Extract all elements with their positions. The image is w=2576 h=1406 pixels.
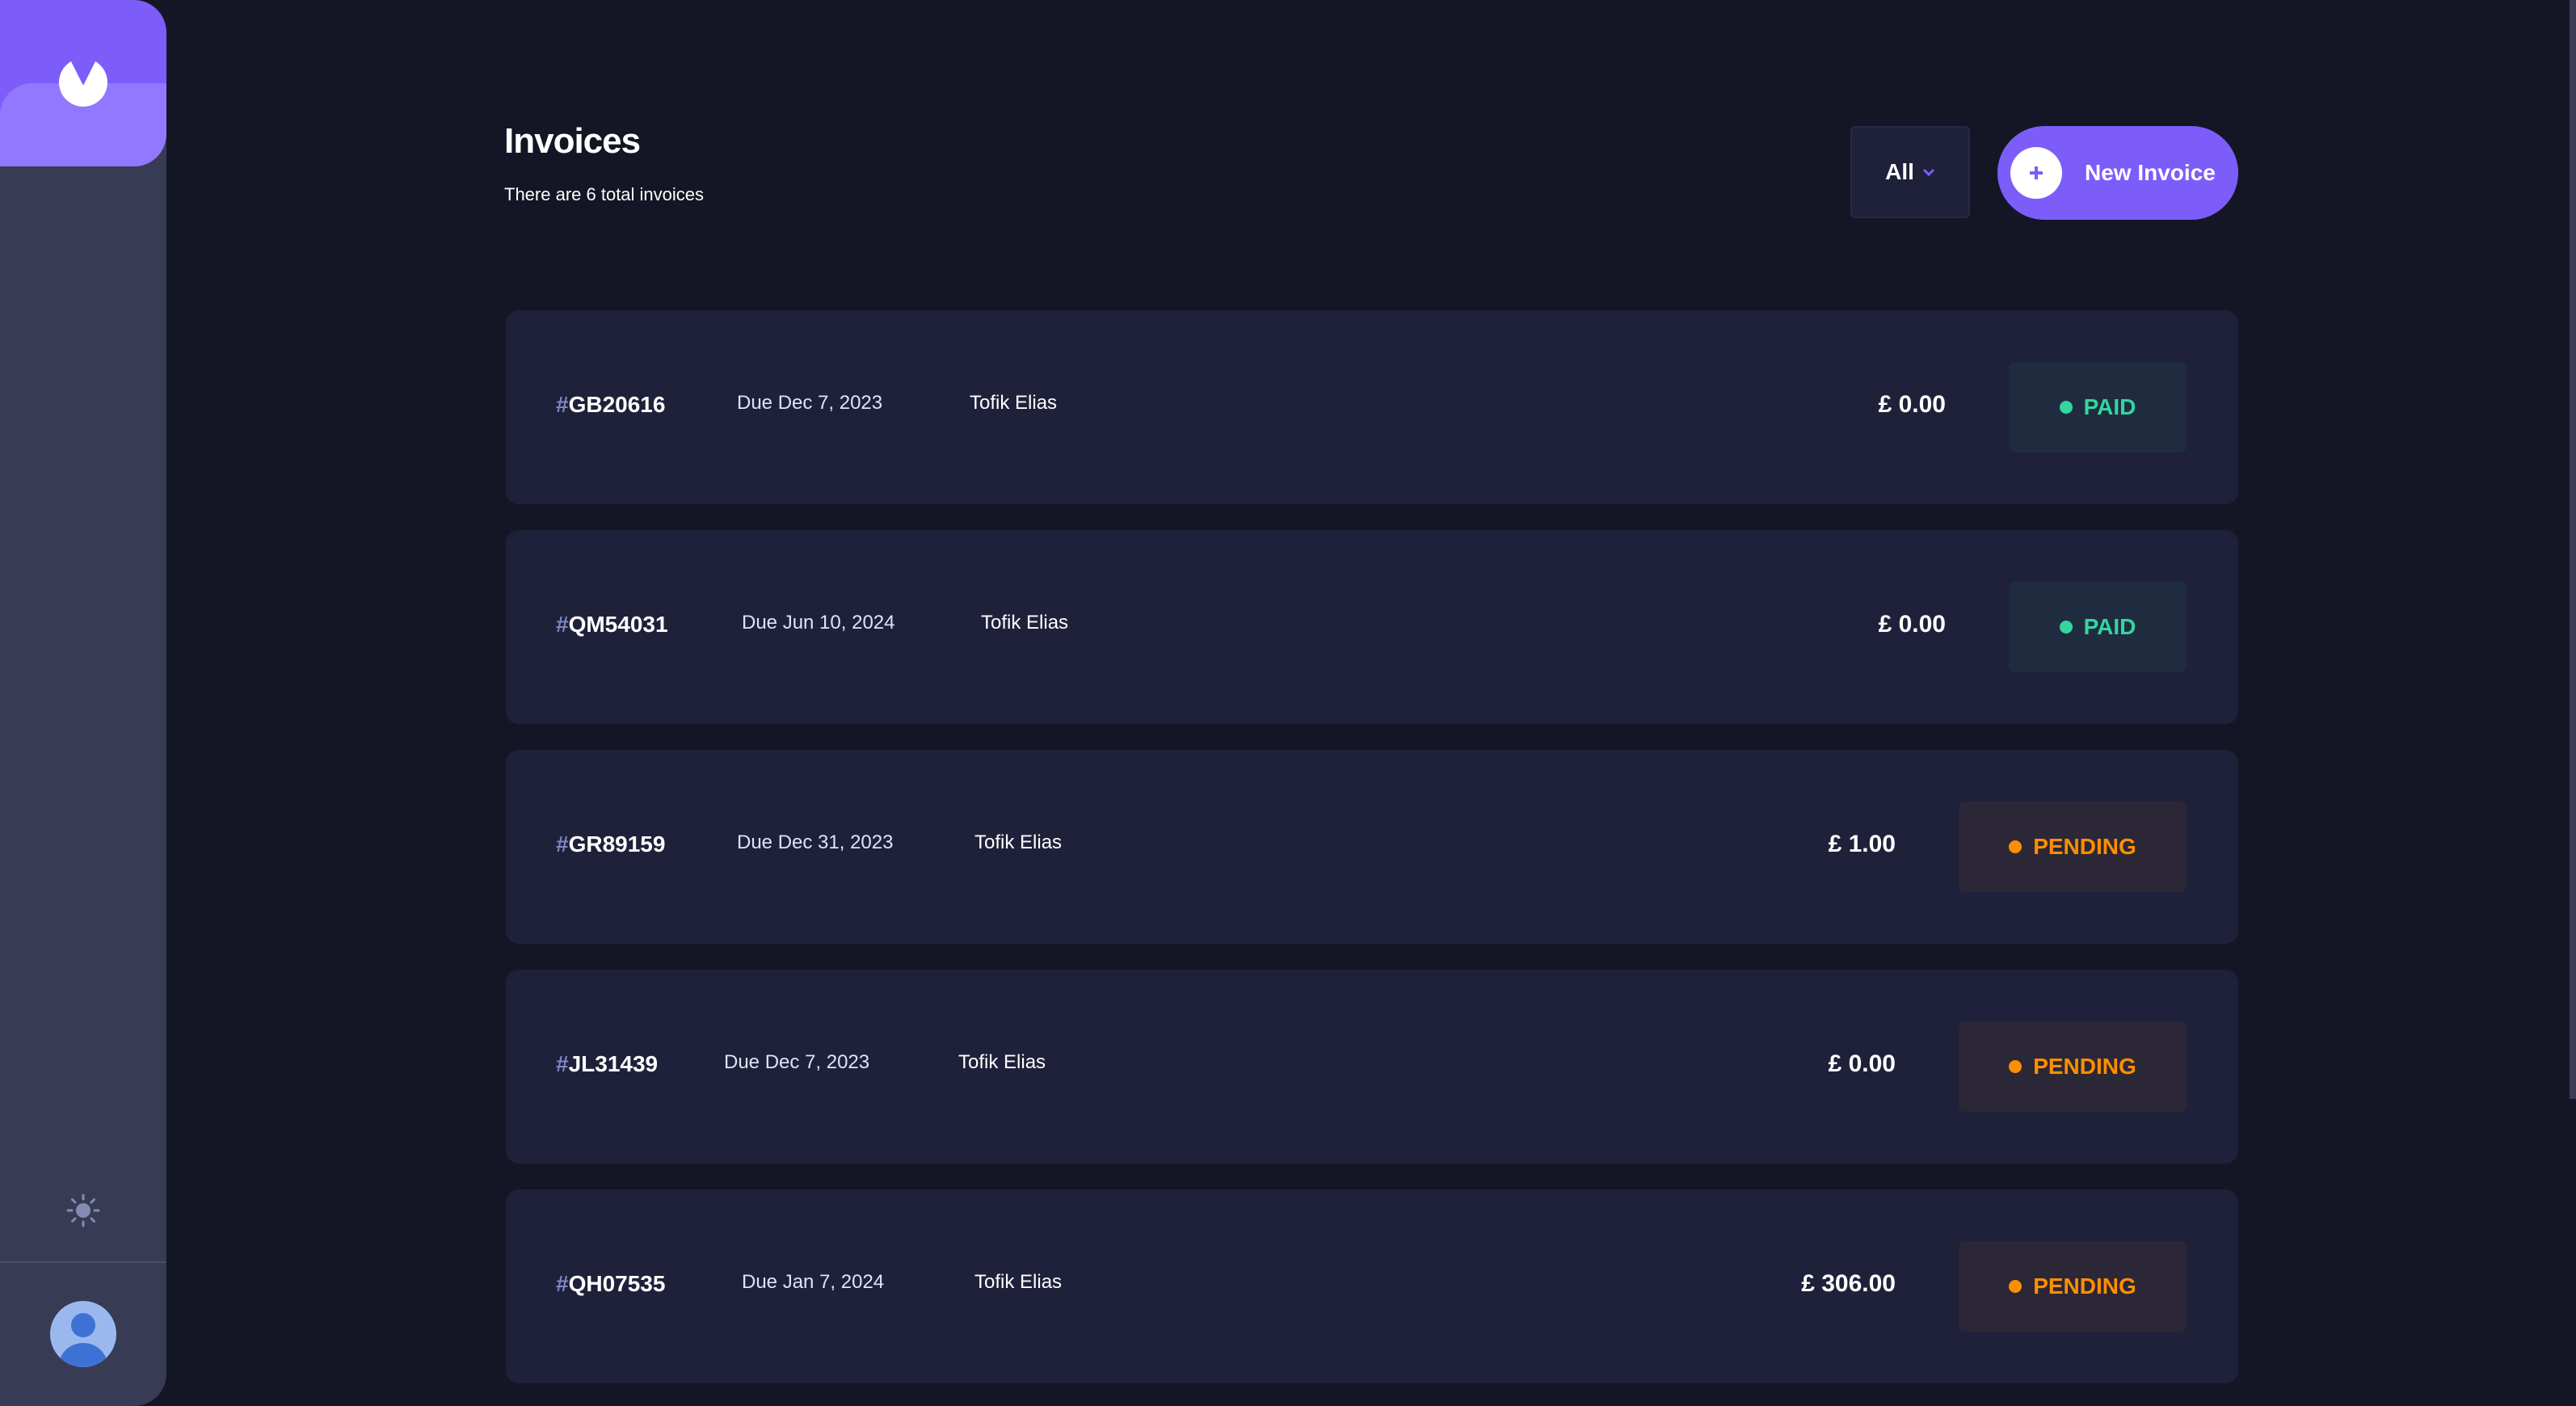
invoice-card[interactable]: #QH07535 Due Jan 7, 2024 Tofik Elias £ 3… [506,1189,2238,1383]
status-text: PENDING [2033,1054,2136,1079]
invoice-client: Tofik Elias [974,831,1063,853]
invoice-id-value: GB20616 [568,392,666,417]
invoice-due-date: Due Jun 10, 2024 [742,612,895,634]
logo[interactable] [0,0,166,166]
invoice-card[interactable]: #QM54031 Due Jun 10, 2024 Tofik Elias £ … [506,530,2238,724]
sun-icon[interactable] [65,1192,102,1229]
invoice-amount: £ 0.00 [1878,611,1946,638]
plus-circle [2010,147,2062,199]
invoice-amount: £ 0.00 [1828,1050,1896,1077]
page-title: Invoices [504,121,641,161]
invoice-card[interactable]: #GB20616 Due Dec 7, 2023 Tofik Elias £ 0… [506,310,2238,504]
status-badge: PENDING [1959,1021,2187,1112]
invoice-id: #GB20616 [556,392,665,418]
status-text: PENDING [2033,834,2136,859]
invoice-client: Tofik Elias [981,612,1069,634]
hash-symbol: # [556,612,569,637]
new-invoice-label: New Invoice [2085,160,2216,185]
hash-symbol: # [556,1271,569,1296]
logo-icon [59,61,107,107]
scrollbar[interactable] [2570,0,2576,1099]
invoice-due-date: Due Dec 7, 2023 [737,392,883,414]
status-dot [2009,840,2022,853]
invoice-id: #QH07535 [556,1271,665,1297]
status-dot [2059,401,2073,414]
invoice-amount: £ 0.00 [1878,391,1946,418]
invoice-id: #QM54031 [556,612,668,638]
status-text: PENDING [2033,1273,2136,1299]
invoice-id-value: QH07535 [568,1271,666,1296]
invoice-id: #GR89159 [556,831,665,857]
hash-symbol: # [556,1051,569,1076]
invoice-id-value: QM54031 [568,612,668,637]
invoice-card[interactable]: #GR89159 Due Dec 31, 2023 Tofik Elias £ … [506,750,2238,944]
hash-symbol: # [556,392,569,417]
user-avatar-icon[interactable] [50,1301,116,1367]
invoice-client: Tofik Elias [958,1051,1046,1073]
invoice-card[interactable]: #JL31439 Due Dec 7, 2023 Tofik Elias £ 0… [506,970,2238,1164]
filter-label: All [1885,159,1914,184]
status-badge: PENDING [1959,1241,2187,1332]
status-dot [2009,1280,2022,1293]
invoice-due-date: Due Dec 7, 2023 [724,1051,870,1073]
new-invoice-button[interactable]: New Invoice [1997,126,2238,220]
plus-icon [2030,166,2043,179]
invoice-due-date: Due Jan 7, 2024 [742,1271,885,1293]
invoice-client: Tofik Elias [974,1271,1063,1293]
status-dot [2059,621,2073,634]
sidebar-divider [0,1261,166,1263]
invoice-count: There are 6 total invoices [504,184,705,204]
status-badge: PAID [2009,582,2187,672]
invoice-id: #JL31439 [556,1051,658,1077]
sidebar [0,0,166,1406]
status-badge: PAID [2009,362,2187,453]
invoice-amount: £ 306.00 [1801,1270,1896,1297]
status-filter-dropdown[interactable]: All [1850,126,1970,218]
status-text: PAID [2083,614,2136,639]
invoice-id-value: JL31439 [568,1051,659,1076]
invoice-amount: £ 1.00 [1828,831,1896,857]
invoice-due-date: Due Dec 31, 2023 [737,831,894,853]
status-badge: PENDING [1959,802,2187,892]
status-dot [2009,1060,2022,1073]
invoice-id-value: GR89159 [568,831,666,857]
chevron-down-icon [1922,168,1934,176]
status-text: PAID [2083,394,2136,419]
hash-symbol: # [556,831,569,857]
invoice-client: Tofik Elias [970,392,1058,414]
